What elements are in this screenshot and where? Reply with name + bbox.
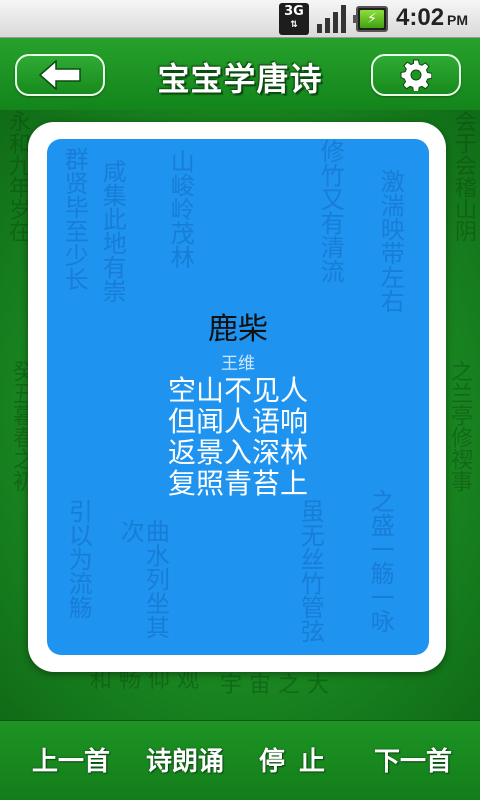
next-poem-button[interactable]: 下一首 — [358, 741, 468, 781]
back-button[interactable] — [15, 54, 105, 96]
signal-strength-icon — [317, 5, 346, 33]
status-bar: 3G ⇅ ⚡ 4:02 PM — [0, 0, 480, 38]
battery-charging-symbol: ⚡ — [367, 11, 377, 27]
bottom-control-bar: 上一首 诗朗诵 停止 下一首 — [0, 720, 480, 800]
poem-author: 王维 — [221, 354, 255, 374]
app-header: 宝宝学唐诗 — [0, 38, 480, 110]
gear-icon — [400, 59, 432, 91]
stop-button[interactable]: 停止 — [244, 741, 354, 781]
poem-card: 群贤毕至少长 咸集此地有崇 山峻岭茂林 修竹又有清流 激湍映带左右 引以为流觞 … — [28, 122, 446, 672]
poem-line: 但闻人语响 — [167, 405, 308, 438]
poem-line: 复照青苔上 — [167, 467, 308, 500]
settings-button[interactable] — [371, 54, 461, 96]
poem-body: 空山不见人 但闻人语响 返景入深林 复照青苔上 — [47, 375, 429, 499]
previous-poem-button[interactable]: 上一首 — [16, 741, 126, 781]
battery-icon: ⚡ — [353, 6, 388, 32]
poem-line: 返景入深林 — [167, 436, 308, 469]
poem-line: 空山不见人 — [167, 374, 308, 407]
network-label: 3G — [284, 4, 304, 19]
clock-ampm: PM — [447, 12, 469, 28]
app-title: 宝宝学唐诗 — [157, 60, 323, 98]
network-3g-icon: 3G ⇅ — [279, 3, 309, 35]
recite-poem-button[interactable]: 诗朗诵 — [130, 741, 240, 781]
status-clock: 4:02 PM — [396, 4, 468, 32]
poem-title: 鹿柴 — [208, 312, 268, 347]
clock-time: 4:02 — [396, 4, 445, 31]
arrow-left-icon — [38, 60, 81, 90]
poem-card-content: 群贤毕至少长 咸集此地有崇 山峻岭茂林 修竹又有清流 激湍映带左右 引以为流觞 … — [47, 139, 429, 655]
